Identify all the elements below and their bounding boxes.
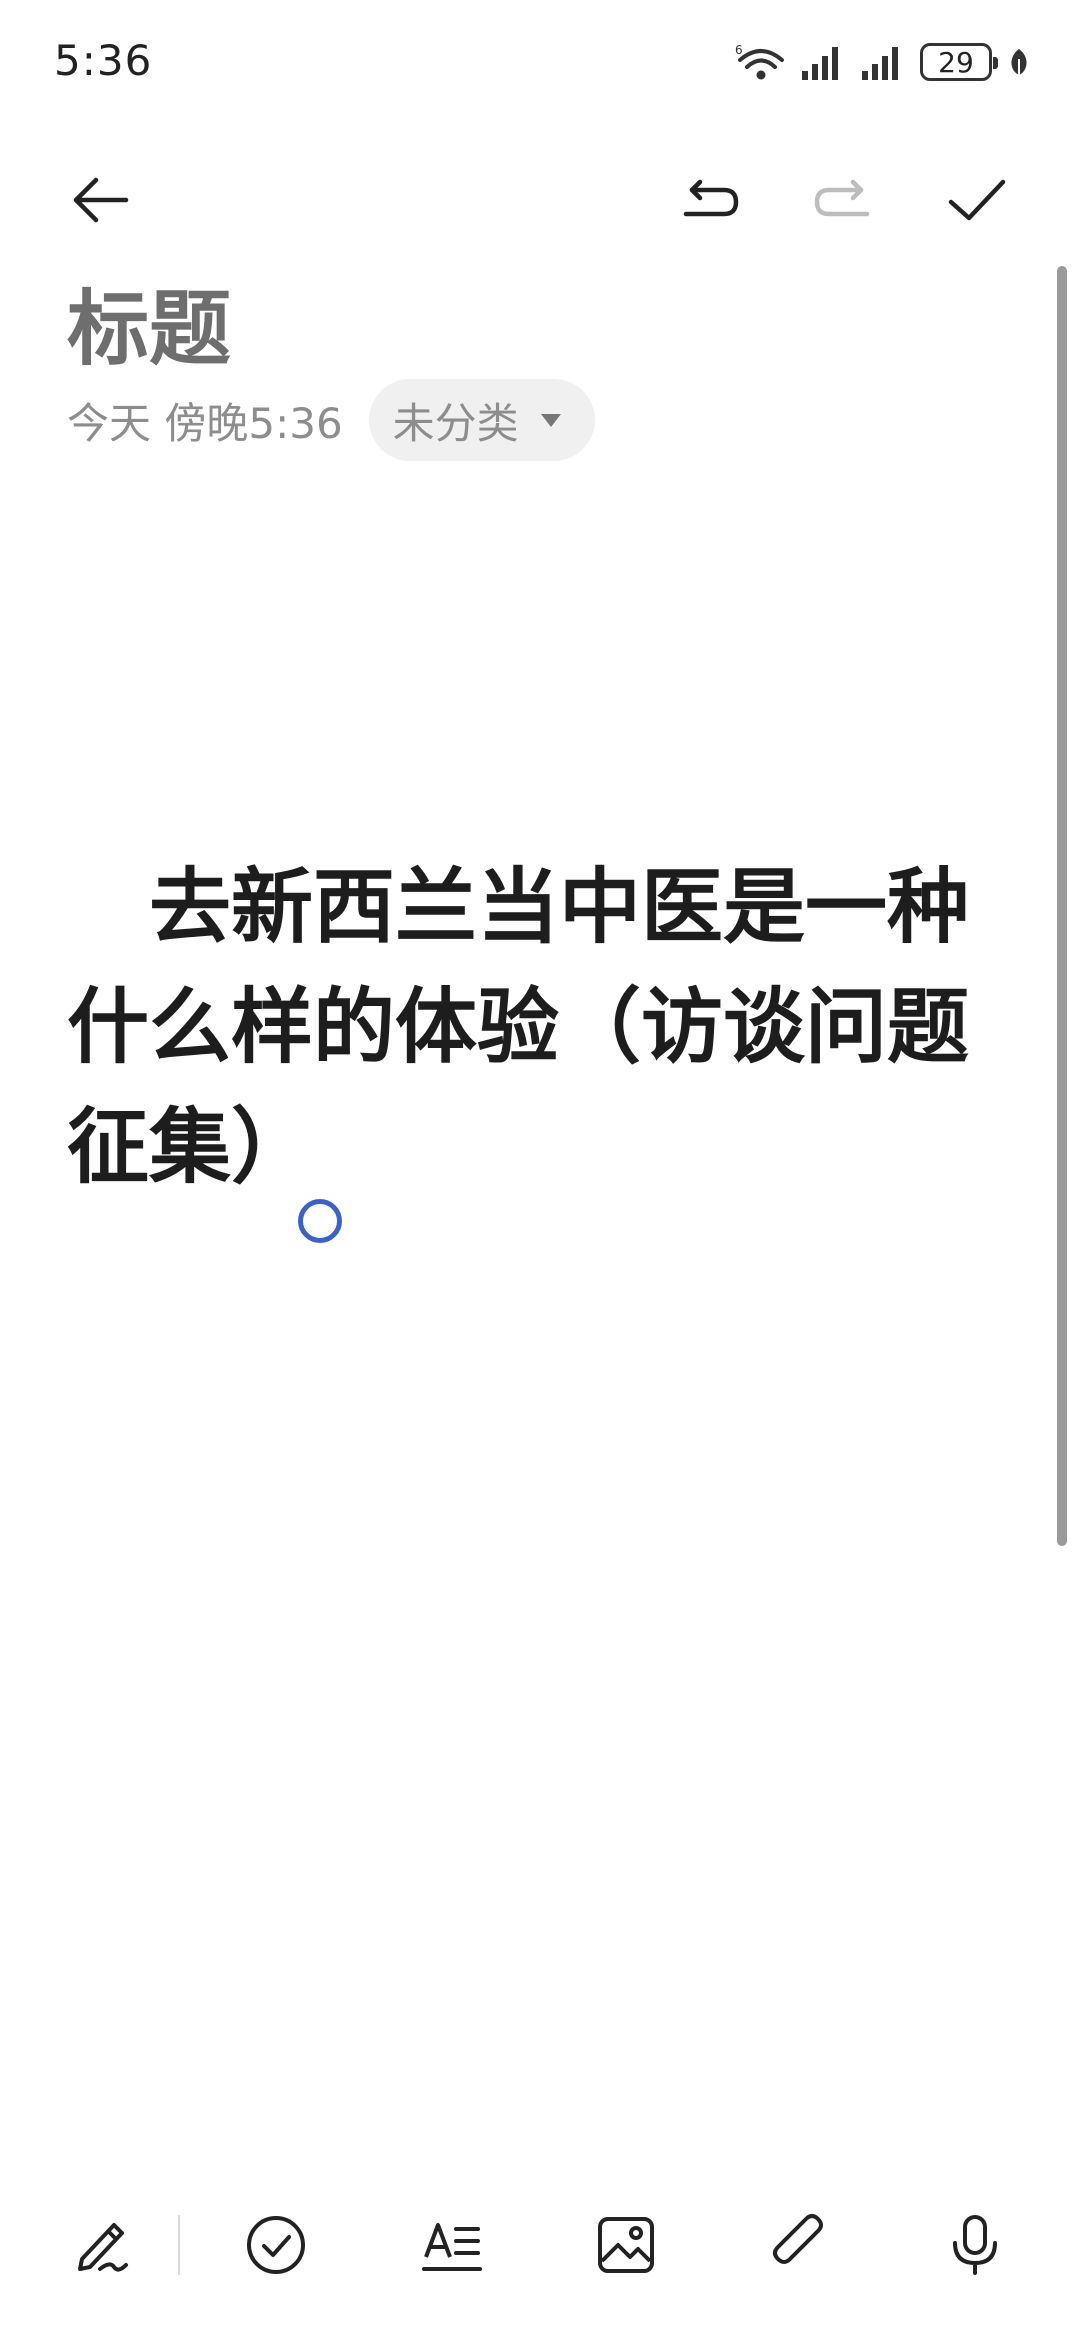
dropdown-arrow-icon <box>540 413 561 427</box>
undo-icon <box>683 179 739 217</box>
image-icon <box>598 2217 654 2273</box>
status-bar: 5:36 6 29 <box>0 0 1080 130</box>
wifi-icon: 6 <box>735 43 784 80</box>
network-badge: 6 <box>735 43 743 57</box>
leaf-icon <box>1011 49 1027 75</box>
text-format-icon <box>422 2223 482 2271</box>
attachment-icon <box>773 2214 823 2264</box>
battery-icon: 29 <box>920 43 998 81</box>
redo-button[interactable] <box>803 160 883 240</box>
status-icons: 6 29 <box>734 40 1030 84</box>
signal-1-icon <box>802 47 838 80</box>
checklist-icon <box>247 2216 305 2274</box>
bottom-toolbar <box>0 2190 1080 2300</box>
checklist-button[interactable] <box>236 2205 316 2285</box>
note-meta: 今天 傍晚5:36 未分类 <box>67 378 595 462</box>
back-arrow-icon <box>73 177 129 223</box>
status-time: 5:36 <box>54 36 153 85</box>
note-date: 今天 傍晚5:36 <box>67 398 343 448</box>
signal-2-icon <box>862 47 898 80</box>
category-dropdown[interactable]: 未分类 <box>368 379 595 461</box>
category-label: 未分类 <box>392 398 519 448</box>
done-button[interactable] <box>937 160 1017 240</box>
text-cursor-handle[interactable] <box>298 1199 342 1243</box>
text-format-button[interactable] <box>412 2205 492 2285</box>
attachment-button[interactable] <box>760 2205 840 2285</box>
editor-toolbar <box>0 140 1080 250</box>
voice-input-button[interactable] <box>935 2205 1015 2285</box>
undo-button[interactable] <box>670 160 750 240</box>
scrollbar[interactable] <box>1057 266 1067 1546</box>
back-button[interactable] <box>60 160 140 240</box>
toolbar-divider <box>178 2215 180 2275</box>
checkmark-icon <box>948 179 1006 221</box>
handwriting-button[interactable] <box>62 2205 142 2285</box>
note-body-editor[interactable]: 去新西兰当中医是一种什么样的体验（访谈问题征集） <box>67 848 1007 1208</box>
insert-image-button[interactable] <box>586 2205 666 2285</box>
battery-level: 29 <box>938 45 974 79</box>
microphone-icon <box>953 2215 997 2275</box>
handwriting-pen-icon <box>78 2223 128 2272</box>
redo-icon <box>814 179 870 217</box>
note-title-input[interactable]: 标题 <box>67 262 231 381</box>
